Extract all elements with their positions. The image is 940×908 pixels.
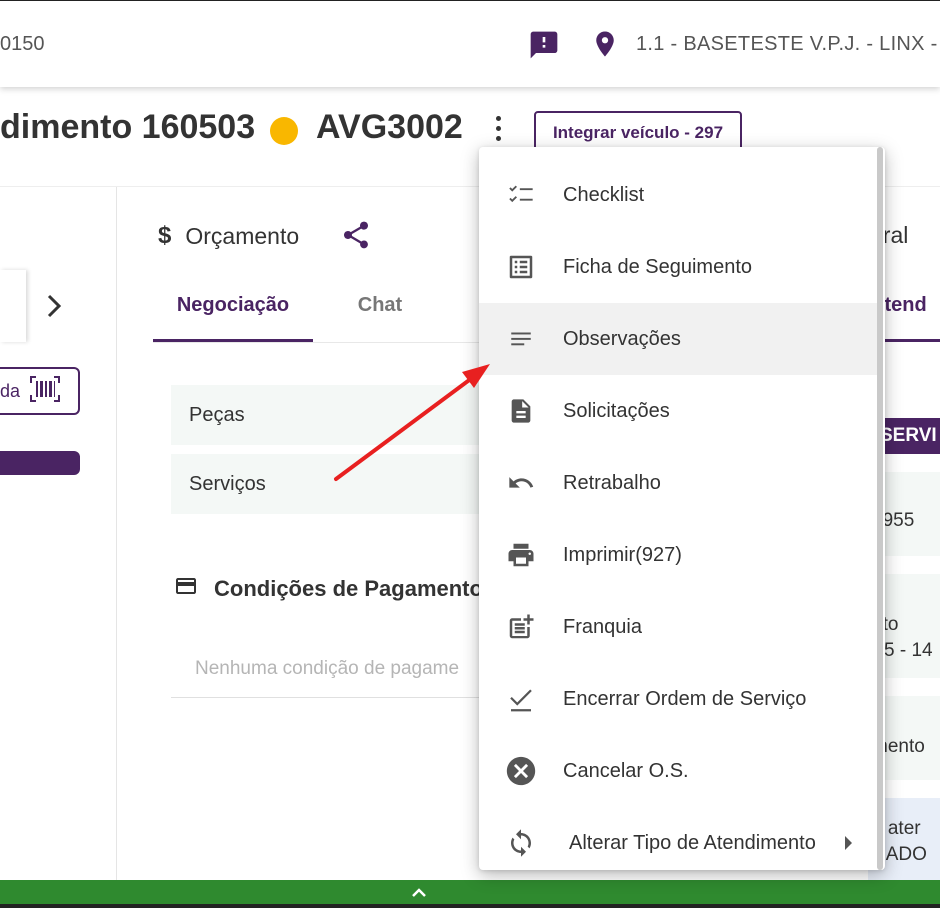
collapsed-card xyxy=(0,270,26,342)
chevron-up-icon[interactable] xyxy=(410,884,428,905)
store-selector[interactable]: 1.1 - BASETESTE V.P.J. - LINX - xyxy=(636,33,938,56)
tab-negotiation[interactable]: Negociação xyxy=(153,294,313,342)
document-icon xyxy=(479,395,563,427)
info-card-value: 5 - 14 xyxy=(884,640,933,661)
menu-item-label: Ficha de Seguimento xyxy=(563,255,753,278)
scan-button[interactable]: da xyxy=(0,367,80,415)
chevron-right-icon[interactable] xyxy=(44,292,64,327)
menu-item-franquia[interactable]: Franquia xyxy=(479,591,877,663)
dollar-icon: $ xyxy=(158,222,172,249)
payment-empty-text: Nenhuma condição de pagame xyxy=(195,658,460,679)
post-add-icon xyxy=(479,612,563,642)
list-alt-icon xyxy=(479,252,563,282)
left-action-bar[interactable] xyxy=(0,451,80,475)
payment-conditions-header: Condições de Pagamento xyxy=(172,574,483,604)
menu-item-label: Franquia xyxy=(563,615,642,638)
budget-header: $ Orçamento xyxy=(158,222,299,250)
menu-item-solicitacoes[interactable]: Solicitações xyxy=(479,375,877,447)
barcode-icon xyxy=(30,375,60,407)
checklist-icon xyxy=(479,181,563,209)
sync-icon xyxy=(479,828,563,858)
right-tab-underline xyxy=(880,339,940,342)
menu-item-imprimir[interactable]: Imprimir(927) xyxy=(479,519,877,591)
menu-item-label: Imprimir(927) xyxy=(563,543,682,566)
menu-item-label: Alterar Tipo de Atendimento xyxy=(569,831,816,854)
actions-menu: Checklist Ficha de Seguimento Observaçõe… xyxy=(479,147,885,870)
menu-item-alterar-tipo[interactable]: Alterar Tipo de Atendimento xyxy=(479,807,877,870)
tabs-underline xyxy=(153,342,483,343)
share-icon[interactable] xyxy=(340,218,372,257)
menu-item-encerrar-os[interactable]: Encerrar Ordem de Serviço xyxy=(479,663,877,735)
menu-item-label: Encerrar Ordem de Serviço xyxy=(563,687,807,710)
menu-item-label: Solicitações xyxy=(563,399,670,422)
parts-label: Peças xyxy=(189,403,245,426)
menu-item-label: Observações xyxy=(563,327,681,350)
menu-item-ficha-seguimento[interactable]: Ficha de Seguimento xyxy=(479,231,877,303)
payment-divider xyxy=(171,697,491,698)
notes-icon xyxy=(479,326,563,352)
scan-button-label: da xyxy=(0,380,20,401)
credit-card-icon xyxy=(172,574,200,604)
menu-item-cancelar-os[interactable]: Cancelar O.S. xyxy=(479,735,877,807)
window-edge xyxy=(0,904,940,908)
menu-item-label: Retrabalho xyxy=(563,471,661,494)
status-dot xyxy=(270,117,298,145)
tab-chat[interactable]: Chat xyxy=(330,294,430,317)
vehicle-plate: AVG3002 xyxy=(316,108,463,146)
services-row[interactable]: Serviços xyxy=(171,454,491,514)
submenu-arrow-icon xyxy=(845,836,852,850)
print-icon xyxy=(479,540,563,570)
menu-item-checklist[interactable]: Checklist xyxy=(479,159,877,231)
more-options-icon[interactable] xyxy=(489,116,507,146)
menu-item-observacoes[interactable]: Observações xyxy=(479,303,877,375)
menu-item-label: Cancelar O.S. xyxy=(563,759,689,782)
page-title: dimento 160503 xyxy=(0,108,256,146)
menu-item-retrabalho[interactable]: Retrabalho xyxy=(479,447,877,519)
feedback-icon[interactable] xyxy=(528,29,560,66)
budget-title: Orçamento xyxy=(185,222,300,249)
parts-row[interactable]: Peças xyxy=(171,385,491,445)
payment-conditions-title: Condições de Pagamento xyxy=(214,576,483,601)
services-label: Serviços xyxy=(189,472,266,495)
cancel-icon xyxy=(479,754,563,788)
menu-scrollbar[interactable] xyxy=(877,147,883,870)
done-icon xyxy=(479,684,563,714)
top-bar: 0150 1.1 - BASETESTE V.P.J. - LINX - xyxy=(0,0,940,87)
undo-icon xyxy=(479,469,563,497)
menu-item-label: Checklist xyxy=(563,183,645,206)
location-pin-icon[interactable] xyxy=(590,28,620,65)
top-code-fragment: 0150 xyxy=(0,33,45,55)
